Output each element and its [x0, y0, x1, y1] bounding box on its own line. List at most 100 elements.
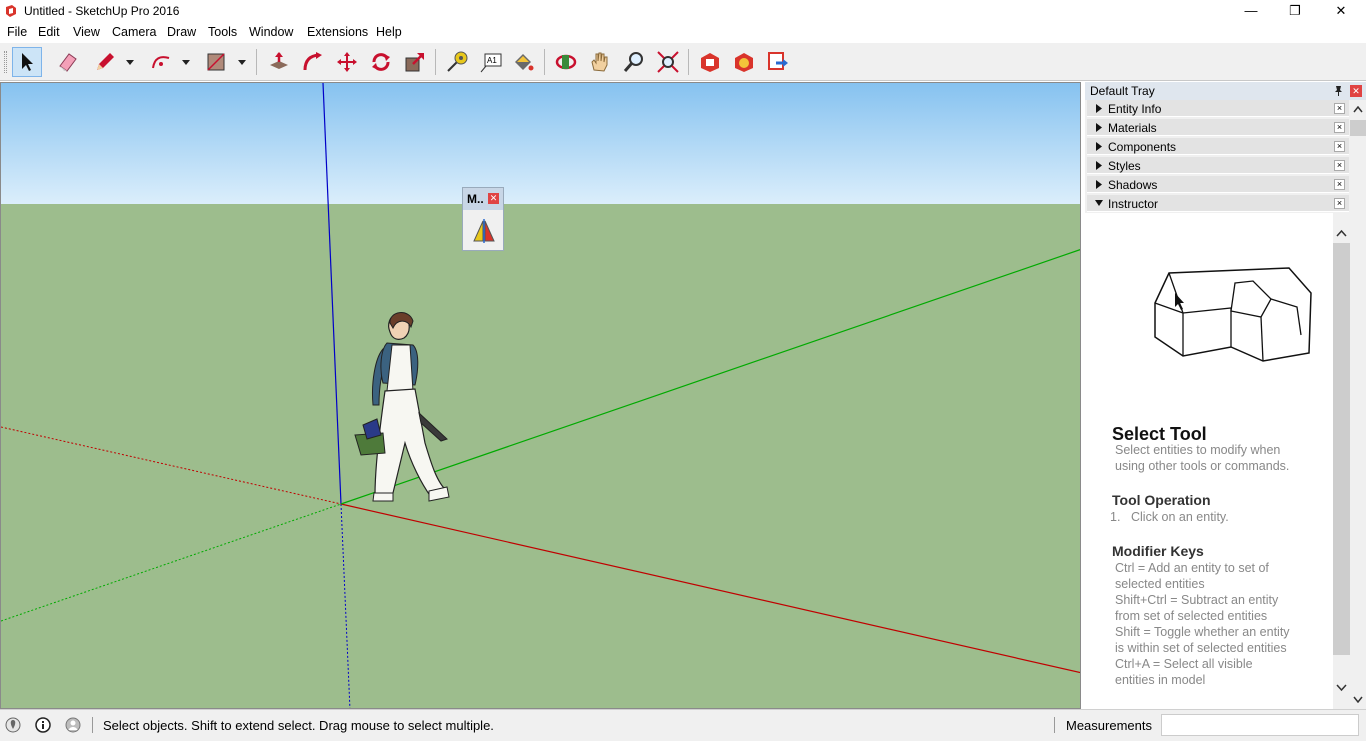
menu-extensions[interactable]: Extensions	[307, 25, 368, 39]
select-tool-button[interactable]	[12, 47, 42, 77]
orbit-tool-button[interactable]	[551, 47, 581, 77]
warehouse-icon	[701, 53, 719, 72]
chevron-down-icon[interactable]	[1353, 696, 1363, 703]
close-icon[interactable]: ✕	[488, 193, 499, 204]
menu-tools[interactable]: Tools	[208, 25, 237, 39]
menu-view[interactable]: View	[73, 25, 100, 39]
expand-triangle-icon[interactable]	[1095, 104, 1103, 113]
chevron-up-icon[interactable]	[1336, 229, 1347, 237]
select-tool-illustration	[1154, 267, 1312, 362]
panel-close-button[interactable]: ×	[1334, 198, 1345, 209]
minimize-button[interactable]: —	[1228, 0, 1274, 23]
user-account-icon[interactable]	[65, 717, 81, 733]
menu-edit[interactable]: Edit	[38, 25, 60, 39]
menu-camera[interactable]: Camera	[112, 25, 156, 39]
follow-me-tool-button[interactable]	[298, 47, 328, 77]
tray-scrollbar[interactable]	[1350, 100, 1366, 709]
pan-icon	[591, 52, 608, 72]
expand-triangle-icon[interactable]	[1095, 180, 1103, 189]
scrollbar-thumb[interactable]	[1333, 243, 1350, 655]
tape-measure-icon	[447, 51, 468, 72]
measurements-input[interactable]	[1161, 714, 1359, 736]
modifier-line: Shift = Toggle whether an entity	[1115, 625, 1290, 639]
chevron-down-icon[interactable]	[125, 57, 135, 67]
rectangle-tool-button[interactable]	[201, 47, 231, 77]
chevron-up-icon[interactable]	[1353, 106, 1363, 113]
scale-icon	[405, 53, 424, 72]
toolbar-separator	[688, 49, 689, 75]
collapse-triangle-icon[interactable]	[1095, 199, 1103, 208]
panel-close-button[interactable]: ×	[1334, 122, 1345, 133]
geo-location-icon[interactable]	[5, 717, 21, 733]
default-tray: Default Tray ✕ Entity Info × Materials ×…	[1085, 82, 1366, 709]
3d-warehouse-button[interactable]	[695, 47, 725, 77]
operation-step-number: 1.	[1110, 510, 1121, 524]
modifier-line: Ctrl = Add an entity to set of	[1115, 561, 1269, 575]
panel-materials[interactable]: Materials ×	[1087, 119, 1349, 136]
eraser-tool-button[interactable]	[53, 47, 83, 77]
arc-tool-button[interactable]	[146, 47, 176, 77]
tape-measure-tool-button[interactable]	[442, 47, 472, 77]
extension-warehouse-button[interactable]	[729, 47, 759, 77]
panel-styles[interactable]: Styles ×	[1087, 157, 1349, 174]
scale-tool-button[interactable]	[400, 47, 430, 77]
expand-triangle-icon[interactable]	[1095, 142, 1103, 151]
menu-file[interactable]: File	[7, 25, 27, 39]
pan-tool-button[interactable]	[585, 47, 615, 77]
pin-icon[interactable]	[1333, 85, 1344, 96]
window-title: Untitled - SketchUp Pro 2016	[24, 4, 180, 18]
push-pull-tool-button[interactable]	[264, 47, 294, 77]
rotate-tool-button[interactable]	[366, 47, 396, 77]
drawing-viewport[interactable]: M.. ✕	[0, 82, 1081, 709]
menu-window[interactable]: Window	[249, 25, 293, 39]
pencil-tool-button[interactable]	[90, 47, 120, 77]
zoom-extents-icon	[657, 51, 679, 73]
rectangle-icon	[207, 53, 225, 71]
panel-label: Styles	[1108, 159, 1141, 173]
panel-close-button[interactable]: ×	[1334, 160, 1345, 171]
paint-bucket-icon	[515, 54, 534, 71]
chevron-down-icon[interactable]	[1336, 684, 1347, 692]
instructor-scrollbar[interactable]	[1333, 213, 1350, 709]
panel-label: Instructor	[1108, 197, 1159, 211]
tray-title: Default Tray	[1090, 84, 1155, 98]
tray-close-button[interactable]: ✕	[1350, 85, 1362, 97]
sketchup-logo-icon	[6, 5, 16, 17]
text-tool-button[interactable]: A1	[476, 47, 506, 77]
panel-entity-info[interactable]: Entity Info ×	[1087, 100, 1349, 117]
paint-bucket-tool-button[interactable]	[508, 47, 538, 77]
expand-triangle-icon[interactable]	[1095, 161, 1103, 170]
expand-triangle-icon[interactable]	[1095, 123, 1103, 132]
panel-shadows[interactable]: Shadows ×	[1087, 176, 1349, 193]
mirror-icon[interactable]	[471, 218, 497, 244]
panel-close-button[interactable]: ×	[1334, 103, 1345, 114]
move-tool-button[interactable]	[332, 47, 362, 77]
panel-label: Materials	[1108, 121, 1157, 135]
restore-button[interactable]: ❐	[1272, 0, 1318, 23]
close-button[interactable]: ✕	[1318, 0, 1364, 23]
modifier-keys-heading: Modifier Keys	[1112, 543, 1204, 559]
menu-help[interactable]: Help	[376, 25, 402, 39]
modifier-line: from set of selected entities	[1115, 609, 1268, 623]
mirror-toolbar-window[interactable]: M.. ✕	[462, 187, 504, 251]
panel-close-button[interactable]: ×	[1334, 179, 1345, 190]
zoom-extents-tool-button[interactable]	[653, 47, 683, 77]
operation-step-text: Click on an entity.	[1131, 510, 1229, 524]
layout-icon	[768, 52, 788, 70]
scene-canvas[interactable]	[1, 83, 1081, 709]
scrollbar-thumb[interactable]	[1350, 120, 1366, 136]
panel-instructor[interactable]: Instructor ×	[1087, 195, 1349, 212]
chevron-down-icon[interactable]	[237, 57, 247, 67]
send-to-layout-button[interactable]	[763, 47, 793, 77]
menu-draw[interactable]: Draw	[167, 25, 196, 39]
instructor-intro-line: using other tools or commands.	[1115, 459, 1290, 473]
toolbar-grip[interactable]	[4, 51, 7, 73]
info-icon[interactable]	[35, 717, 51, 733]
ground-plane	[1, 204, 1080, 708]
zoom-tool-button[interactable]	[619, 47, 649, 77]
panel-close-button[interactable]: ×	[1334, 141, 1345, 152]
panel-components[interactable]: Components ×	[1087, 138, 1349, 155]
status-separator	[92, 717, 93, 733]
zoom-icon	[623, 52, 643, 72]
chevron-down-icon[interactable]	[181, 57, 191, 67]
